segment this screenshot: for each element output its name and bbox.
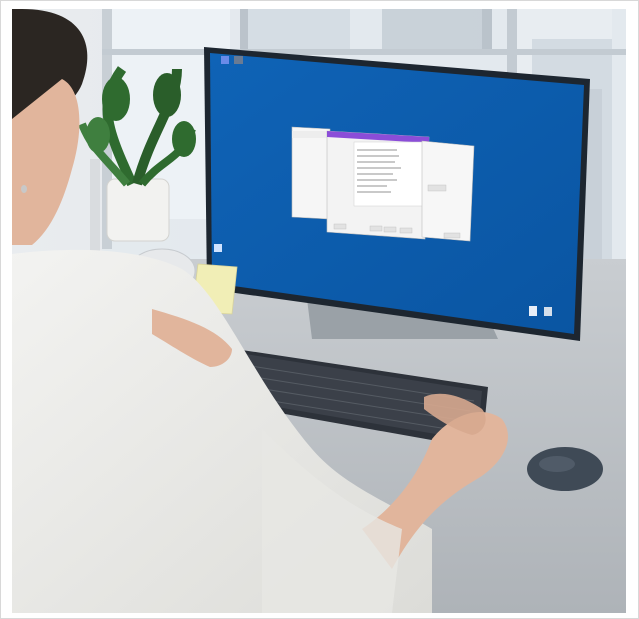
app-icon-1 [221,56,229,64]
scene-illustration [12,9,626,613]
image-frame [0,0,639,619]
office-scene [12,9,626,613]
recycle-bin-icon [214,244,222,252]
tray-icon-2 [544,307,552,316]
mouse [527,447,603,491]
tray-icon-1 [529,306,537,316]
app-icon-2 [234,56,243,64]
